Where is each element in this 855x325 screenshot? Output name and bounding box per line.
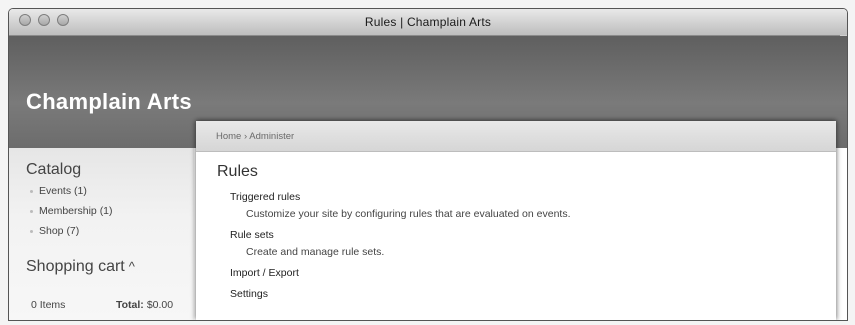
page-title: Rules: [217, 163, 258, 180]
shopping-cart-title[interactable]: Shopping cart ^: [26, 258, 135, 276]
title-bar: Rules | Champlain Arts: [9, 9, 847, 36]
breadcrumb-home-link[interactable]: Home: [216, 131, 241, 142]
site-name[interactable]: Champlain Arts: [26, 89, 192, 115]
breadcrumb-separator: ›: [243, 131, 248, 142]
catalog-list: Events (1) Membership (1) Shop (7): [30, 181, 113, 241]
caret-up-icon[interactable]: ^: [129, 259, 135, 274]
rule-sets-link[interactable]: Rule sets: [230, 229, 274, 241]
catalog-title: Catalog: [26, 161, 82, 178]
cart-total-value: $0.00: [146, 299, 174, 311]
catalog-item-membership[interactable]: Membership (1): [30, 201, 113, 221]
catalog-item-events[interactable]: Events (1): [30, 181, 113, 201]
rule-sets-description: Create and manage rule sets.: [246, 246, 385, 258]
breadcrumb-bar: Home › Administer: [196, 121, 836, 152]
triggered-rules-description: Customize your site by configuring rules…: [246, 208, 571, 220]
import-export-link[interactable]: Import / Export: [230, 267, 299, 279]
main-content: Home › Administer Rules Triggered rules …: [196, 121, 836, 320]
breadcrumb: Home › Administer: [216, 131, 294, 142]
triggered-rules-link[interactable]: Triggered rules: [230, 191, 300, 203]
settings-link[interactable]: Settings: [230, 288, 268, 300]
breadcrumb-administer-link[interactable]: Administer: [249, 131, 294, 142]
cart-item-count: 0 Items: [31, 299, 66, 311]
shopping-cart-label: Shopping cart: [26, 258, 125, 275]
cart-total-label: Total:: [116, 299, 144, 311]
cart-total: Total: $0.00: [116, 299, 173, 311]
browser-window: Rules | Champlain Arts Champlain Arts Ca…: [8, 8, 848, 321]
catalog-item-shop[interactable]: Shop (7): [30, 221, 113, 241]
window-title: Rules | Champlain Arts: [364, 15, 492, 29]
